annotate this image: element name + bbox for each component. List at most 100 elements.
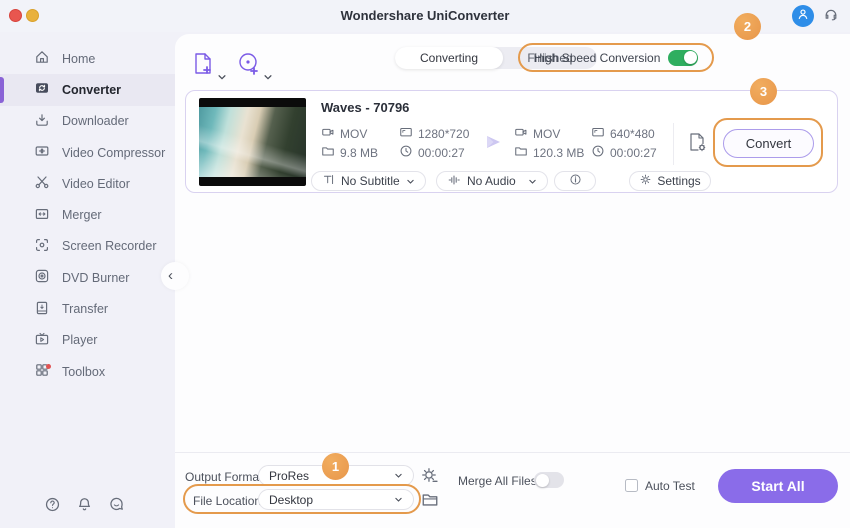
video-thumbnail[interactable] [199,98,306,186]
account-avatar[interactable] [792,5,814,27]
main-panel: ‹ Converting Finished High Speed Convers… [161,13,850,528]
sidebar-collapse-handle[interactable]: ‹ [161,262,189,290]
sidebar: Home Converter Downloader Video Compress… [0,32,175,528]
resolution-icon [591,125,605,142]
merge-all-files-toggle[interactable] [534,472,564,488]
tab-converting[interactable]: Converting [395,47,504,69]
transfer-icon [34,300,50,319]
sidebar-item-dvd-burner[interactable]: DVD Burner [0,262,175,293]
sidebar-item-home[interactable]: Home [0,43,175,74]
file-gear-icon [686,133,708,157]
source-resolution: 1280*720 [399,125,469,142]
file-location-dropdown[interactable]: Desktop [258,489,414,510]
conversion-arrow-icon [483,131,505,158]
file-location-label: File Location: [193,494,265,508]
chat-icon [108,496,125,518]
headset-icon [823,6,839,27]
file-size-icon [514,144,528,161]
chevron-down-icon [406,177,415,186]
subtitle-dropdown[interactable]: No Subtitle [311,171,426,191]
feedback-button[interactable] [102,493,130,521]
file-card: Waves - 70796 MOV 1280*720 9.8 MB 00:00:… [185,78,838,193]
target-format: MOV [514,125,560,142]
add-device-icon [237,51,261,82]
video-format-icon [321,125,335,142]
open-folder-button[interactable] [421,491,439,514]
chevron-down-icon [528,177,537,186]
gear-edit-icon [420,468,439,489]
add-files-dropdown-caret[interactable] [217,72,227,82]
output-file-settings-button[interactable] [686,131,708,158]
sidebar-item-screen-recorder[interactable]: Screen Recorder [0,231,175,262]
toolbar: Converting Finished High Speed Conversio… [175,43,850,84]
titlebar: Wondershare UniConverter [0,0,850,32]
toolbox-notification-dot [46,363,51,369]
chevron-down-icon [394,471,403,480]
target-duration: 00:00:27 [591,144,657,161]
sidebar-item-merger[interactable]: Merger [0,199,175,230]
high-speed-toggle[interactable] [668,49,699,66]
audio-icon [447,173,461,190]
user-icon [796,7,810,26]
help-button[interactable] [38,493,66,521]
video-format-icon [514,125,528,142]
start-all-button[interactable]: Start All [718,469,838,503]
file-info-button[interactable] [554,171,596,191]
window-title: Wondershare UniConverter [340,8,510,23]
footer-divider [175,452,850,453]
chevron-down-icon [394,495,403,504]
folder-icon [421,494,439,513]
audio-dropdown[interactable]: No Audio [436,171,548,191]
high-speed-annotation-circle: High Speed Conversion [518,43,714,72]
output-format-label: Output Format: [185,470,266,484]
source-size: 9.8 MB [321,144,378,161]
add-files-button[interactable] [191,51,227,82]
scissors-icon [34,174,50,193]
high-speed-label: High Speed Conversion [533,50,661,65]
file-title: Waves - 70796 [321,100,410,115]
add-from-device-button[interactable] [237,51,273,82]
gear-icon [639,173,652,189]
merge-all-files-label: Merge All Files [458,474,537,488]
sidebar-item-converter[interactable]: Converter [0,74,175,106]
sidebar-item-video-editor[interactable]: Video Editor [0,168,175,199]
step-badge-1: 1 [322,453,349,480]
step-badge-2: 2 [734,13,761,40]
resolution-icon [399,125,413,142]
player-icon [34,331,50,350]
clock-icon [399,144,413,161]
source-format: MOV [321,125,367,142]
thumbnail-image [199,107,306,177]
clock-icon [591,144,605,161]
step-badge-3: 3 [750,78,777,105]
divider [673,123,674,165]
sidebar-item-toolbox[interactable]: Toolbox [0,356,175,387]
chevron-left-icon: ‹ [168,266,173,284]
subtitle-icon [322,173,335,189]
notifications-button[interactable] [70,493,98,521]
home-icon [34,49,50,68]
source-duration: 00:00:27 [399,144,465,161]
converter-icon [34,80,50,99]
add-device-dropdown-caret[interactable] [263,72,273,82]
file-size-icon [321,144,335,161]
bell-icon [76,496,93,518]
target-resolution: 640*480 [591,125,655,142]
auto-test-label: Auto Test [645,479,695,493]
target-size: 120.3 MB [514,144,584,161]
convert-button[interactable]: Convert [723,129,814,158]
dvd-icon [34,268,50,287]
download-icon [34,112,50,131]
sidebar-item-transfer[interactable]: Transfer [0,293,175,324]
sidebar-item-video-compressor[interactable]: Video Compressor [0,137,175,168]
add-file-icon [191,51,215,82]
sidebar-item-downloader[interactable]: Downloader [0,106,175,137]
auto-test-checkbox[interactable] [625,479,638,492]
settings-button[interactable]: Settings [629,171,711,191]
info-icon [569,173,582,189]
screen-recorder-icon [34,237,50,256]
help-icon [44,496,61,518]
format-settings-button[interactable] [420,466,439,490]
sidebar-item-player[interactable]: Player [0,325,175,356]
support-button[interactable] [820,5,842,27]
